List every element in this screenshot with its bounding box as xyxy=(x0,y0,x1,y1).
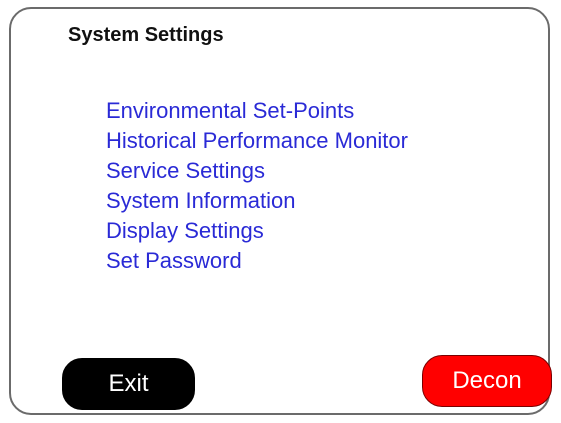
menu-item-system-information[interactable]: System Information xyxy=(106,186,408,216)
exit-button[interactable]: Exit xyxy=(62,358,195,410)
page-title: System Settings xyxy=(68,24,224,46)
menu-item-service-settings[interactable]: Service Settings xyxy=(106,156,408,186)
menu-item-environmental-set-points[interactable]: Environmental Set-Points xyxy=(106,96,408,126)
settings-menu: Environmental Set-Points Historical Perf… xyxy=(106,96,408,276)
menu-item-historical-performance-monitor[interactable]: Historical Performance Monitor xyxy=(106,126,408,156)
menu-item-display-settings[interactable]: Display Settings xyxy=(106,216,408,246)
menu-item-set-password[interactable]: Set Password xyxy=(106,246,408,276)
decon-button[interactable]: Decon xyxy=(422,355,552,407)
